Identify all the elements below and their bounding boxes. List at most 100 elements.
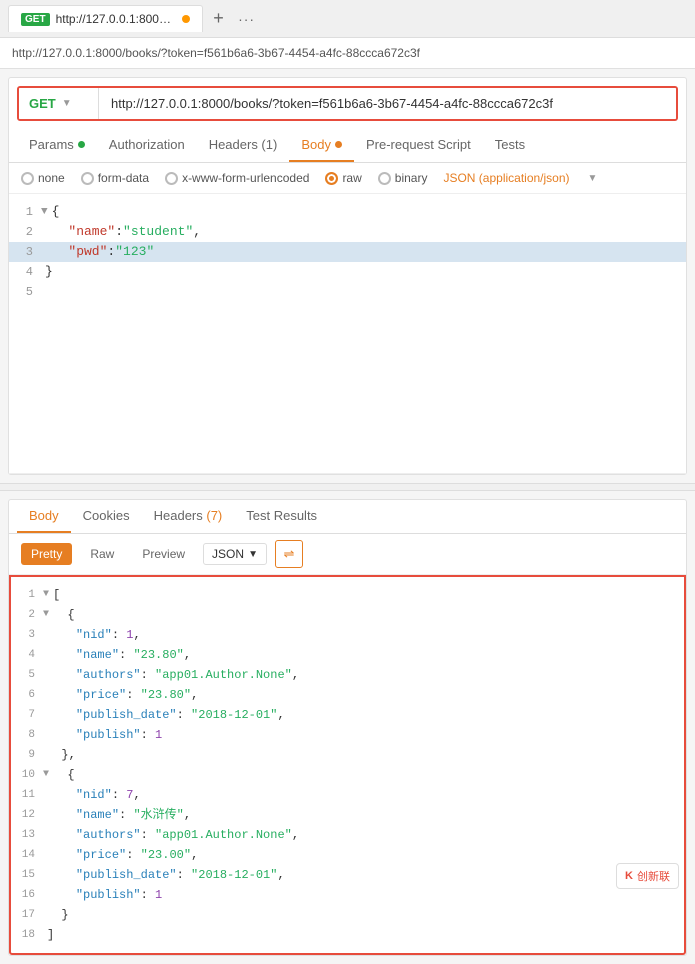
binary-radio[interactable] bbox=[378, 172, 391, 185]
resp-num-16: 16 bbox=[15, 885, 43, 905]
format-pretty-button[interactable]: Pretty bbox=[21, 543, 72, 565]
tab-authorization-label: Authorization bbox=[109, 137, 185, 152]
request-tab[interactable]: GET http://127.0.0.1:8000/books/ bbox=[8, 5, 203, 32]
resp-num-2: 2 bbox=[15, 605, 43, 625]
format-preview-button[interactable]: Preview bbox=[132, 543, 195, 565]
x-www-radio[interactable] bbox=[165, 172, 178, 185]
response-cookies-label: Cookies bbox=[83, 508, 130, 523]
tab-tests-label: Tests bbox=[495, 137, 525, 152]
response-tab-cookies[interactable]: Cookies bbox=[71, 500, 142, 533]
resp-content-1: [ bbox=[53, 585, 680, 605]
resp-content-16: "publish": 1 bbox=[47, 885, 680, 905]
binary-label: binary bbox=[395, 171, 428, 185]
resp-content-11: "nid": 7, bbox=[47, 785, 680, 805]
option-binary[interactable]: binary bbox=[378, 171, 428, 185]
line-content-2: "name":"student", bbox=[45, 222, 682, 242]
resp-num-10: 10 bbox=[15, 765, 43, 785]
format-raw-button[interactable]: Raw bbox=[80, 543, 124, 565]
response-tab-body[interactable]: Body bbox=[17, 500, 71, 533]
resp-num-13: 13 bbox=[15, 825, 43, 845]
method-badge: GET bbox=[21, 13, 50, 26]
response-tab-headers[interactable]: Headers (7) bbox=[142, 500, 235, 533]
response-testresults-label: Test Results bbox=[246, 508, 317, 523]
tab-body[interactable]: Body bbox=[289, 129, 354, 162]
x-www-label: x-www-form-urlencoded bbox=[182, 171, 309, 185]
resp-content-17: } bbox=[47, 905, 680, 925]
watermark: K 创新联 bbox=[616, 863, 679, 889]
resp-line-16: 16 "publish": 1 bbox=[11, 885, 684, 905]
line-content-4: } bbox=[45, 262, 682, 282]
method-chevron-icon: ▼ bbox=[62, 98, 72, 109]
resp-line-14: 14 "price": "23.00", bbox=[11, 845, 684, 865]
resp-line-13: 13 "authors": "app01.Author.None", bbox=[11, 825, 684, 845]
resp-line-5: 5 "authors": "app01.Author.None", bbox=[11, 665, 684, 685]
method-label: GET bbox=[29, 96, 56, 111]
format-type-select[interactable]: JSON ▼ bbox=[203, 543, 267, 565]
resp-arrow-1: ▼ bbox=[43, 585, 49, 605]
resp-line-6: 6 "price": "23.80", bbox=[11, 685, 684, 705]
resp-content-9: }, bbox=[47, 745, 680, 765]
resp-content-13: "authors": "app01.Author.None", bbox=[47, 825, 680, 845]
tab-tests[interactable]: Tests bbox=[483, 129, 537, 162]
more-tabs-button[interactable]: ··· bbox=[233, 5, 261, 33]
resp-content-5: "authors": "app01.Author.None", bbox=[47, 665, 680, 685]
code-line-2: 2 "name":"student", bbox=[9, 222, 686, 242]
form-data-radio[interactable] bbox=[81, 172, 94, 185]
resp-num-7: 7 bbox=[15, 705, 43, 725]
line-arrow-1: ▼ bbox=[41, 202, 48, 222]
resp-num-3: 3 bbox=[15, 625, 43, 645]
resp-num-5: 5 bbox=[15, 665, 43, 685]
code-line-3: 3 "pwd":"123" bbox=[9, 242, 686, 262]
resp-content-12: "name": "水浒传", bbox=[47, 805, 680, 825]
tab-body-label: Body bbox=[301, 137, 331, 152]
resp-content-2: { bbox=[53, 605, 680, 625]
tab-prerequest[interactable]: Pre-request Script bbox=[354, 129, 483, 162]
resp-arrow-10: ▼ bbox=[43, 765, 49, 785]
tab-params[interactable]: Params bbox=[17, 129, 97, 162]
url-input[interactable] bbox=[99, 88, 676, 119]
resp-content-3: "nid": 1, bbox=[47, 625, 680, 645]
wrap-icon-button[interactable]: ⇌ bbox=[275, 540, 303, 568]
option-raw[interactable]: raw bbox=[325, 171, 361, 185]
line-num-3: 3 bbox=[13, 242, 41, 262]
raw-label: raw bbox=[342, 171, 361, 185]
resp-content-7: "publish_date": "2018-12-01", bbox=[47, 705, 680, 725]
resp-line-3: 3 "nid": 1, bbox=[11, 625, 684, 645]
tab-authorization[interactable]: Authorization bbox=[97, 129, 197, 162]
resp-content-10: { bbox=[53, 765, 680, 785]
resp-content-18: ] bbox=[47, 925, 680, 945]
url-display: http://127.0.0.1:8000/books/?token=f561b… bbox=[0, 38, 695, 69]
none-radio[interactable] bbox=[21, 172, 34, 185]
method-select[interactable]: GET ▼ bbox=[19, 88, 99, 119]
request-body-editor[interactable]: 1 ▼ { 2 "name":"student", 3 "pwd":"123" … bbox=[9, 194, 686, 474]
resp-num-14: 14 bbox=[15, 845, 43, 865]
resp-line-10: 10 ▼ { bbox=[11, 765, 684, 785]
resp-content-4: "name": "23.80", bbox=[47, 645, 680, 665]
resp-line-15: 15 "publish_date": "2018-12-01", bbox=[11, 865, 684, 885]
format-type-arrow-icon: ▼ bbox=[248, 549, 258, 560]
json-type-label[interactable]: JSON (application/json) bbox=[443, 171, 569, 185]
response-panel: Body Cookies Headers (7) Test Results Pr… bbox=[8, 499, 687, 956]
watermark-icon: K bbox=[625, 870, 633, 882]
resp-num-11: 11 bbox=[15, 785, 43, 805]
tab-headers[interactable]: Headers (1) bbox=[197, 129, 290, 162]
option-x-www[interactable]: x-www-form-urlencoded bbox=[165, 171, 309, 185]
request-url-row: GET ▼ bbox=[17, 86, 678, 121]
option-none[interactable]: none bbox=[21, 171, 65, 185]
params-dot bbox=[78, 141, 85, 148]
raw-radio[interactable] bbox=[325, 172, 338, 185]
tab-url: http://127.0.0.1:8000/books/ bbox=[56, 12, 176, 26]
resp-line-17: 17 } bbox=[11, 905, 684, 925]
resp-content-6: "price": "23.80", bbox=[47, 685, 680, 705]
option-form-data[interactable]: form-data bbox=[81, 171, 149, 185]
response-body-label: Body bbox=[29, 508, 59, 523]
resp-num-6: 6 bbox=[15, 685, 43, 705]
tab-headers-label: Headers (1) bbox=[209, 137, 278, 152]
format-type-label: JSON bbox=[212, 547, 244, 561]
new-tab-button[interactable]: + bbox=[205, 5, 233, 33]
response-tab-testresults[interactable]: Test Results bbox=[234, 500, 329, 533]
resp-line-11: 11 "nid": 7, bbox=[11, 785, 684, 805]
json-type-arrow-icon[interactable]: ▼ bbox=[588, 173, 598, 184]
request-panel: GET ▼ Params Authorization Headers (1) B… bbox=[8, 77, 687, 475]
resp-line-12: 12 "name": "水浒传", bbox=[11, 805, 684, 825]
